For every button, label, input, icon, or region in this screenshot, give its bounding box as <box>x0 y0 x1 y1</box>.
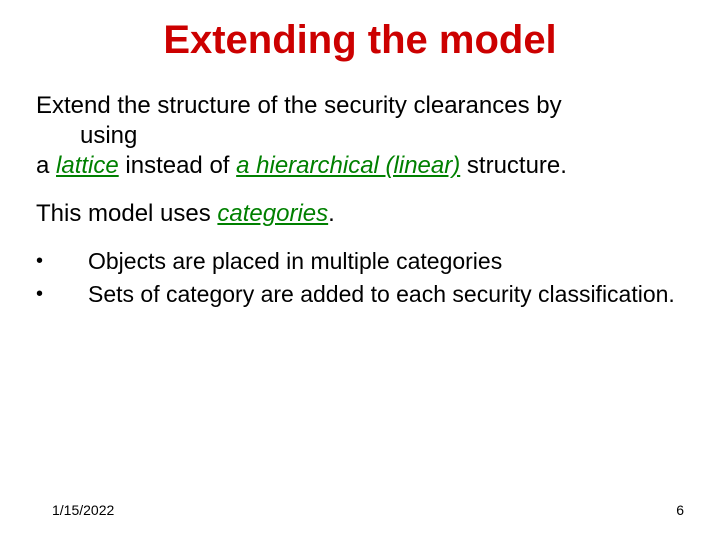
footer-date: 1/15/2022 <box>52 502 114 518</box>
p1-line1-indent: using <box>36 121 684 151</box>
term-hierarchical: a hierarchical (linear) <box>236 152 460 179</box>
slide: Extending the model Extend the structure… <box>0 0 720 540</box>
bullet-icon: • <box>36 280 88 307</box>
slide-title: Extending the model <box>36 18 684 63</box>
list-item: • Objects are placed in multiple categor… <box>36 247 684 276</box>
list-item: • Sets of category are added to each sec… <box>36 280 684 309</box>
p2-pre: This model uses <box>36 200 217 227</box>
bullet-icon: • <box>36 247 88 274</box>
p1-line1: Extend the structure of the security cle… <box>36 92 562 119</box>
bullet-list: • Objects are placed in multiple categor… <box>36 247 684 309</box>
footer-page-number: 6 <box>676 502 684 518</box>
p1-line2-post: structure. <box>460 152 567 179</box>
bullet-text-1: Objects are placed in multiple categorie… <box>88 247 684 276</box>
bullet-text-2: Sets of category are added to each secur… <box>88 280 684 309</box>
p1-line2-pre: a <box>36 152 56 179</box>
term-lattice: lattice <box>56 152 119 179</box>
p1-line2-mid: instead of <box>119 152 236 179</box>
p2-post: . <box>328 200 335 227</box>
slide-footer: 1/15/2022 6 <box>0 502 720 518</box>
paragraph-2: This model uses categories. <box>36 199 684 229</box>
paragraph-1: Extend the structure of the security cle… <box>36 91 684 181</box>
term-categories: categories <box>217 200 328 227</box>
